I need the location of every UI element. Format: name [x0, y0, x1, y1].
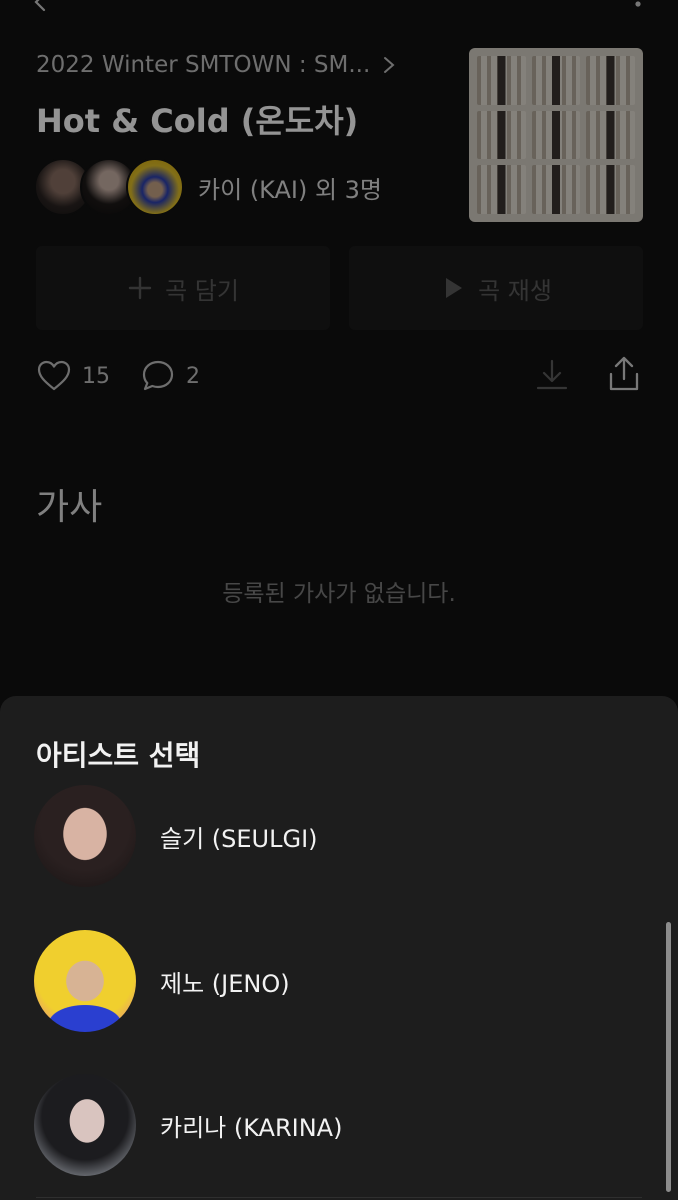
- avatar: [34, 785, 136, 887]
- sheet-title: 아티스트 선택: [36, 739, 201, 772]
- artist-name: 슬기 (SEULGI): [160, 824, 318, 853]
- artist-name: 카리나 (KARINA): [160, 1113, 343, 1142]
- artist-item-karina[interactable]: 카리나 (KARINA): [0, 1073, 660, 1177]
- avatar: [34, 1074, 136, 1176]
- artist-name: 제노 (JENO): [160, 969, 290, 998]
- avatar: [34, 930, 136, 1032]
- artist-select-sheet: 아티스트 선택 슬기 (SEULGI) 제노 (JENO) 카리나 (KARIN…: [0, 696, 678, 1200]
- sheet-scrollbar[interactable]: [666, 922, 671, 1192]
- artist-item-jeno[interactable]: 제노 (JENO): [0, 929, 660, 1033]
- divider: [36, 1197, 642, 1198]
- artist-item-seulgi[interactable]: 슬기 (SEULGI): [0, 784, 660, 888]
